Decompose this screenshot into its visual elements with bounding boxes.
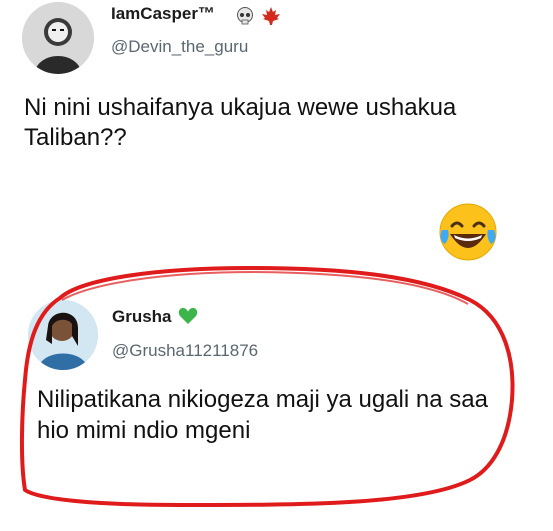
red-highlight-scribble	[19, 266, 515, 507]
author-handle[interactable]: @Devin_the_guru	[111, 37, 248, 57]
laughing-tears-icon	[439, 203, 497, 261]
tweet-text: Nilipatikana nikiogeza maji ya ugali na …	[37, 386, 488, 445]
avatar[interactable]	[22, 2, 94, 74]
author-name-text: Grusha	[112, 307, 172, 326]
author-handle[interactable]: @Grusha11211876	[112, 341, 258, 361]
skull-icon	[237, 7, 253, 25]
maple-leaf-icon	[262, 7, 280, 25]
author-name[interactable]: IamCasper™	[111, 4, 215, 24]
tweet-text: Ni nini ushaifanya ukajua wewe ushakua T…	[24, 94, 457, 151]
green-heart-icon	[179, 307, 198, 324]
avatar[interactable]	[28, 300, 98, 370]
name-badges	[235, 6, 282, 26]
author-name[interactable]: Grusha	[112, 307, 198, 327]
